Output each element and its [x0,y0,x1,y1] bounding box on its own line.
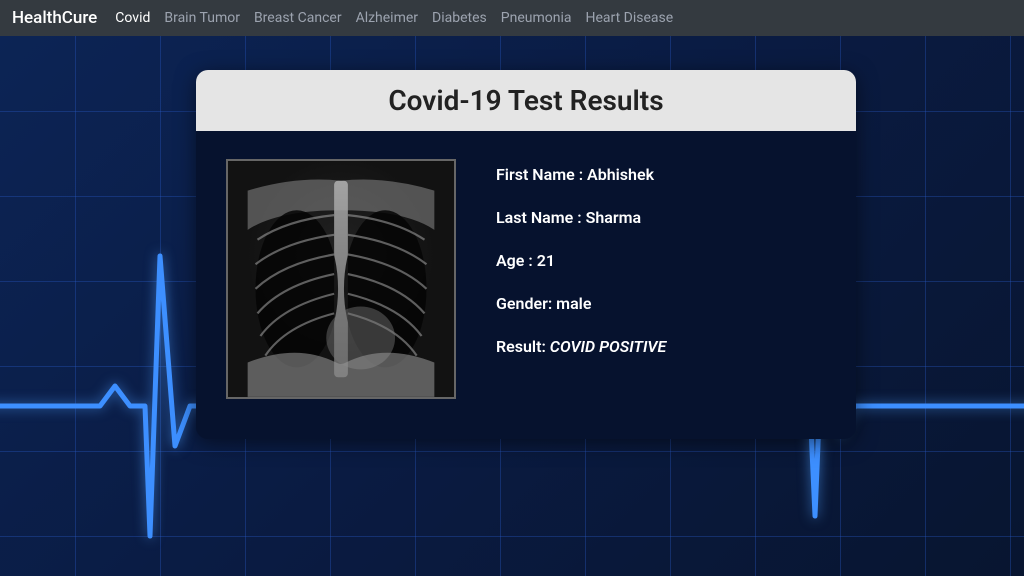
navbar: HealthCure Covid Brain Tumor Breast Canc… [0,0,1024,36]
brand[interactable]: HealthCure [12,8,97,28]
nav-link-pneumonia[interactable]: Pneumonia [501,10,572,26]
gender-row: Gender: male [496,294,826,313]
nav-link-covid[interactable]: Covid [115,10,150,26]
chest-xray-icon [228,161,454,397]
gender-value: male [556,294,591,313]
last-name-row: Last Name : Sharma [496,208,826,227]
card-header: Covid-19 Test Results [196,70,856,131]
nav-link-diabetes[interactable]: Diabetes [432,10,487,26]
results-card: Covid-19 Test Results [196,70,856,439]
result-row: Result: COVID POSITIVE [496,337,826,356]
nav-links: Covid Brain Tumor Breast Cancer Alzheime… [115,10,673,26]
age-label: Age : [496,251,537,270]
nav-link-breast-cancer[interactable]: Breast Cancer [254,10,342,26]
patient-info: First Name : Abhishek Last Name : Sharma… [496,159,826,399]
card-title: Covid-19 Test Results [196,84,856,117]
gender-label: Gender: [496,294,556,313]
xray-image [226,159,456,399]
age-row: Age : 21 [496,251,826,270]
nav-link-brain-tumor[interactable]: Brain Tumor [164,10,240,26]
result-value: COVID POSITIVE [550,337,666,356]
last-name-value: Sharma [586,208,642,227]
first-name-row: First Name : Abhishek [496,165,826,184]
nav-link-heart-disease[interactable]: Heart Disease [585,10,673,26]
result-label: Result: [496,337,550,356]
nav-link-alzheimer[interactable]: Alzheimer [356,10,418,26]
last-name-label: Last Name : [496,208,586,227]
age-value: 21 [537,251,555,270]
card-body: First Name : Abhishek Last Name : Sharma… [196,131,856,439]
first-name-value: Abhishek [587,165,654,184]
first-name-label: First Name : [496,165,587,184]
